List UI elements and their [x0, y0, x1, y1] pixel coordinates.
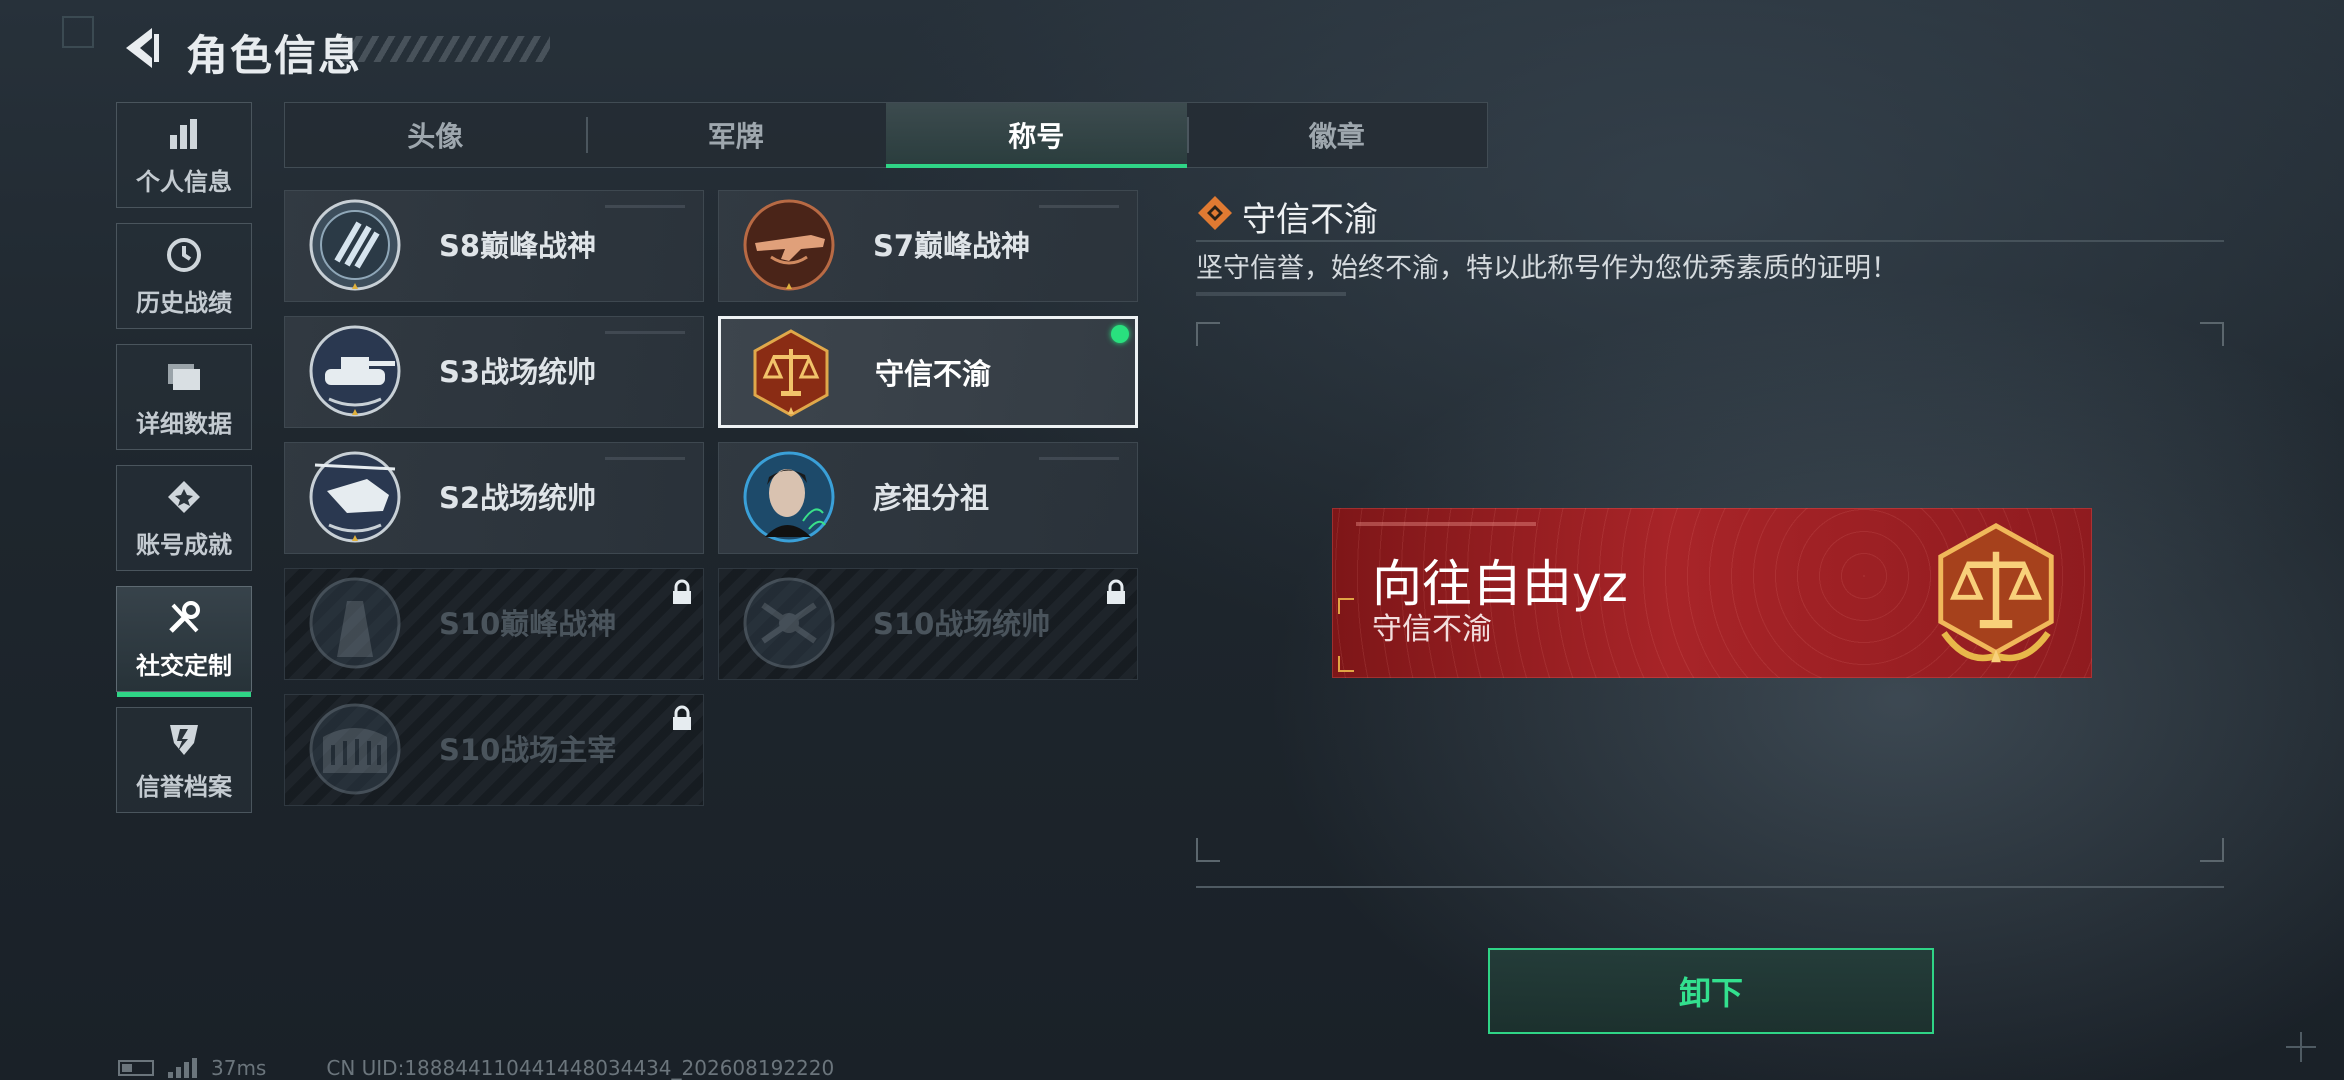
title-decoration-stripes — [340, 36, 550, 62]
nav-item-detailed-data[interactable]: 详细数据 — [116, 344, 252, 450]
tab-bar: 头像 军牌 称号 徽章 — [284, 102, 1488, 168]
status-bar: 37ms CN UID:188844110441448034434_202608… — [118, 1056, 834, 1080]
folder-icon — [164, 356, 204, 396]
nav-label: 详细数据 — [136, 409, 232, 438]
frame-corner — [2200, 322, 2224, 346]
nav-label: 社交定制 — [136, 651, 232, 680]
card-fine-print — [605, 205, 685, 208]
card-fine-print — [1039, 205, 1119, 208]
nameplate-corner — [1338, 656, 1354, 672]
title-card-s10-commander[interactable]: S10战场统帅 — [718, 568, 1138, 680]
unequip-button[interactable]: 卸下 — [1488, 948, 1934, 1034]
page-title: 角色信息 — [186, 31, 363, 80]
uid-text: CN UID:188844110441448034434_20260819222… — [326, 1056, 835, 1080]
frame-corner — [2200, 838, 2224, 862]
title-card-s3-commander[interactable]: S3战场统帅 — [284, 316, 704, 428]
frame-corner — [1196, 322, 1220, 346]
card-fine-print — [605, 331, 685, 334]
title-name: S10巅峰战神 — [439, 607, 617, 641]
title-card-s7-peak[interactable]: S7巅峰战神 — [718, 190, 1138, 302]
nameplate-corner — [1338, 598, 1354, 614]
title-name: S10战场统帅 — [873, 607, 1051, 641]
card-fine-print — [605, 457, 685, 460]
title-name: S8巅峰战神 — [439, 229, 597, 263]
tab-badge[interactable]: 徽章 — [1186, 103, 1488, 167]
bar-chart-icon — [164, 114, 204, 154]
scales-emblem-icon — [1938, 522, 2054, 663]
wrench-screwdriver-icon — [164, 598, 204, 638]
detail-description: 坚守信誉，始终不渝，特以此称号作为您优秀素质的证明！ — [1196, 253, 1898, 284]
nav-item-credit-record[interactable]: 信誉档案 — [116, 707, 252, 813]
stripes-emblem-icon — [309, 199, 401, 291]
tank-emblem-icon — [309, 325, 401, 417]
tab-dogtag[interactable]: 军牌 — [585, 103, 887, 167]
nav-label: 账号成就 — [136, 530, 232, 559]
rifle-emblem-icon — [743, 199, 835, 291]
ping-value: 37ms — [211, 1056, 267, 1080]
helicopter-emblem-icon — [309, 451, 401, 543]
title-card-yanzu[interactable]: 彦祖分祖 — [718, 442, 1138, 554]
nav-item-social-custom[interactable]: 社交定制 — [116, 586, 252, 697]
nav-item-personal-info[interactable]: 个人信息 — [116, 102, 252, 208]
nav-item-achievements[interactable]: 账号成就 — [116, 465, 252, 571]
nav-label: 信誉档案 — [136, 772, 232, 801]
nameplate-preview: 向往自由yz 守信不渝 — [1332, 508, 2092, 678]
credit-shield-icon — [164, 719, 204, 759]
equipped-indicator — [1111, 325, 1129, 343]
back-arrow-icon — [126, 28, 159, 68]
nav-item-history[interactable]: 历史战绩 — [116, 223, 252, 329]
frame-corner — [1196, 838, 1220, 862]
nav-label: 历史战绩 — [136, 288, 232, 317]
scales-emblem-icon — [753, 329, 829, 417]
tab-title[interactable]: 称号 — [886, 103, 1187, 168]
battery-icon — [118, 1060, 154, 1076]
title-name: S3战场统帅 — [439, 355, 597, 389]
nav-label: 个人信息 — [136, 167, 232, 196]
title-card-s10-dominator[interactable]: S10战场主宰 — [284, 694, 704, 806]
drone-emblem-icon — [743, 577, 835, 669]
description-fine-print — [1196, 292, 1346, 296]
lock-icon — [1107, 579, 1125, 604]
title-card-keep-faith[interactable]: 守信不渝 — [718, 316, 1138, 428]
back-button[interactable] — [118, 24, 162, 72]
signal-icon — [168, 1058, 197, 1078]
diamond-icon — [1198, 196, 1232, 230]
corner-frame-mark — [62, 16, 94, 48]
lock-icon — [673, 705, 691, 730]
title-name: S2战场统帅 — [439, 481, 597, 515]
title-name: 彦祖分祖 — [873, 481, 990, 515]
title-name: 守信不渝 — [875, 357, 992, 391]
detail-title: 守信不渝 — [1242, 200, 1378, 240]
title-card-s2-commander[interactable]: S2战场统帅 — [284, 442, 704, 554]
colosseum-emblem-icon — [309, 703, 401, 795]
history-clock-icon — [164, 235, 204, 275]
lock-icon — [673, 579, 691, 604]
detail-header: 守信不渝 — [1196, 190, 2224, 242]
portrait-emblem-icon — [743, 451, 835, 543]
crosshair-plus-icon — [2286, 1032, 2316, 1062]
title-name: S10战场主宰 — [439, 733, 617, 767]
title-card-s8-peak[interactable]: S8巅峰战神 — [284, 190, 704, 302]
nameplate-title: 守信不渝 — [1372, 612, 1492, 647]
preview-divider — [1196, 886, 2224, 888]
nameplate-code-strip — [1356, 522, 1536, 526]
tower-emblem-icon — [309, 577, 401, 669]
achievement-medal-icon — [164, 477, 204, 517]
card-fine-print — [1039, 457, 1119, 460]
side-nav: 个人信息 历史战绩 详细数据 账号成就 社交定制 信誉档案 — [116, 102, 256, 828]
tab-avatar[interactable]: 头像 — [285, 103, 586, 167]
title-name: S7巅峰战神 — [873, 229, 1031, 263]
title-card-s10-peak[interactable]: S10巅峰战神 — [284, 568, 704, 680]
